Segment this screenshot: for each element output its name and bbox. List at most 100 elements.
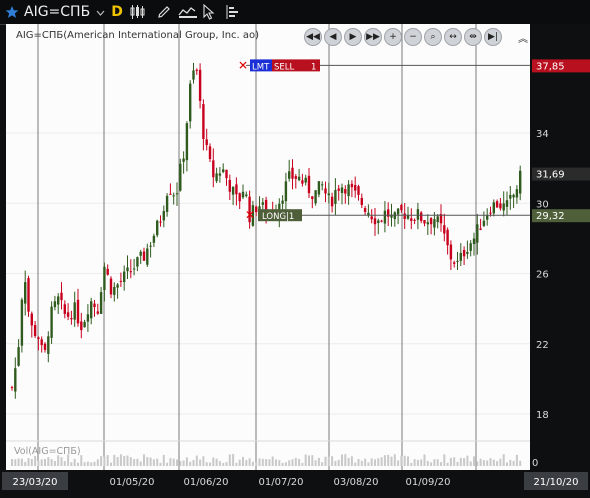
candle-up xyxy=(245,194,248,197)
volume-bar xyxy=(492,459,495,466)
scroll-to-start-icon[interactable]: ◀◀ xyxy=(304,28,322,46)
volume-bar xyxy=(20,458,23,466)
candle-up xyxy=(466,251,469,254)
volume-bar xyxy=(354,462,357,466)
zoom-in-icon[interactable]: + xyxy=(384,28,402,46)
candle-up xyxy=(281,200,284,204)
price-chart-svg[interactable]: ✕ LMT SELL 1 ✕ LONG|1 xyxy=(6,24,530,470)
go-to-last-bar-icon[interactable]: ▶| xyxy=(484,28,502,46)
scroll-left-icon[interactable]: ◀ xyxy=(324,28,342,46)
indicators-icon[interactable] xyxy=(177,3,199,21)
candle-down xyxy=(129,271,132,273)
candle-down xyxy=(400,204,403,211)
candle-down xyxy=(301,180,304,184)
candle-down xyxy=(212,160,215,178)
candle-up xyxy=(383,210,387,224)
candle-down xyxy=(109,278,113,295)
candle-down xyxy=(344,189,347,194)
candle-up xyxy=(57,296,60,305)
candle-up xyxy=(179,163,182,191)
candle-up xyxy=(218,173,222,176)
candle-up xyxy=(396,208,400,215)
volume-bar xyxy=(499,458,502,466)
candle-down xyxy=(350,183,354,188)
candle-up xyxy=(83,321,86,328)
volume-bar xyxy=(446,462,449,466)
volume-bar xyxy=(377,458,380,466)
candle-up xyxy=(502,203,505,211)
zoom-out-icon[interactable]: − xyxy=(404,28,422,46)
candle-down xyxy=(43,343,47,350)
zoom-fit-icon[interactable]: ⌕ xyxy=(424,28,442,46)
candle-up xyxy=(162,211,165,221)
volume-bar xyxy=(192,459,195,466)
position-label: LONG|1 xyxy=(262,212,294,222)
candle-down xyxy=(294,176,297,179)
candlestick-chart-icon[interactable] xyxy=(128,3,146,21)
volume-bar xyxy=(255,462,258,466)
volume-bar xyxy=(126,455,129,466)
date-start-label: 23/03/20 xyxy=(13,477,58,488)
candle-up xyxy=(519,170,522,194)
candle-down xyxy=(489,212,492,214)
candle-up xyxy=(433,219,436,228)
volume-bar xyxy=(139,461,142,466)
candle-down xyxy=(93,303,96,308)
date-tick-label: 01/05/20 xyxy=(110,477,155,488)
candle-down xyxy=(453,262,456,264)
volume-bar xyxy=(96,459,99,466)
candle-up xyxy=(509,194,512,199)
price-tick-label: 30 xyxy=(536,199,549,210)
candle-up xyxy=(304,177,307,183)
candle-down xyxy=(40,339,43,346)
volume-bar xyxy=(34,456,37,466)
volume-bar xyxy=(459,457,462,466)
volume-bar xyxy=(294,457,297,466)
collapse-up-icon[interactable]: ︽ xyxy=(518,30,528,45)
order-book-icon[interactable] xyxy=(224,3,242,21)
pencil-draw-icon[interactable] xyxy=(156,3,172,21)
volume-bar xyxy=(156,458,159,466)
volume-bar xyxy=(179,461,182,466)
candle-down xyxy=(446,229,449,246)
candle-up xyxy=(426,222,429,225)
candle-down xyxy=(324,188,327,194)
volume-bar xyxy=(393,454,396,466)
candle-up xyxy=(113,286,116,295)
candle-up xyxy=(482,220,486,226)
compress-horizontal-icon[interactable]: ⇹ xyxy=(464,28,482,46)
ticker-selector[interactable]: AIG=СПБ xyxy=(24,3,114,21)
candle-up xyxy=(182,158,185,162)
date-axis[interactable]: 01/05/20 01/06/20 01/07/20 03/08/20 01/09/20… xyxy=(0,470,590,494)
volume-bar xyxy=(73,458,76,466)
candle-up xyxy=(24,282,27,304)
volume-bar xyxy=(50,459,53,466)
volume-bar xyxy=(476,461,479,466)
date-tick-label: 01/07/20 xyxy=(259,477,304,488)
volume-bar xyxy=(367,462,370,466)
volume-bar xyxy=(133,459,136,466)
timeframe-button[interactable]: D xyxy=(110,3,124,21)
price-axis[interactable]: 34 30 26 22 18 37,85 31,69 29,32 0 xyxy=(530,24,590,470)
volume-bar xyxy=(298,458,301,466)
candle-down xyxy=(373,218,377,225)
scroll-to-end-icon[interactable]: ▶▶ xyxy=(364,28,382,46)
volume-bar xyxy=(248,458,251,466)
volume-bar xyxy=(110,462,112,466)
volume-bar xyxy=(261,458,264,466)
expand-horizontal-icon[interactable]: ↔ xyxy=(444,28,462,46)
volume-bar xyxy=(278,460,281,466)
candle-up xyxy=(476,224,479,243)
candle-down xyxy=(311,196,314,200)
candle-down xyxy=(413,219,416,221)
candle-up xyxy=(456,260,459,262)
candle-up xyxy=(149,245,152,247)
cursor-arrow-icon[interactable] xyxy=(202,3,216,21)
price-chart-area[interactable]: ✕ LMT SELL 1 ✕ LONG|1 xyxy=(6,24,530,470)
favorite-star-icon[interactable] xyxy=(4,3,20,21)
scroll-right-icon[interactable]: ▶ xyxy=(344,28,362,46)
chart-navigation-bar: ◀◀ ◀ ▶ ▶▶ + − ⌕ ↔ ⇹ ▶| xyxy=(304,28,502,48)
candle-down xyxy=(106,268,109,275)
volume-bar xyxy=(159,462,162,466)
date-end-label: 21/10/20 xyxy=(534,477,579,488)
